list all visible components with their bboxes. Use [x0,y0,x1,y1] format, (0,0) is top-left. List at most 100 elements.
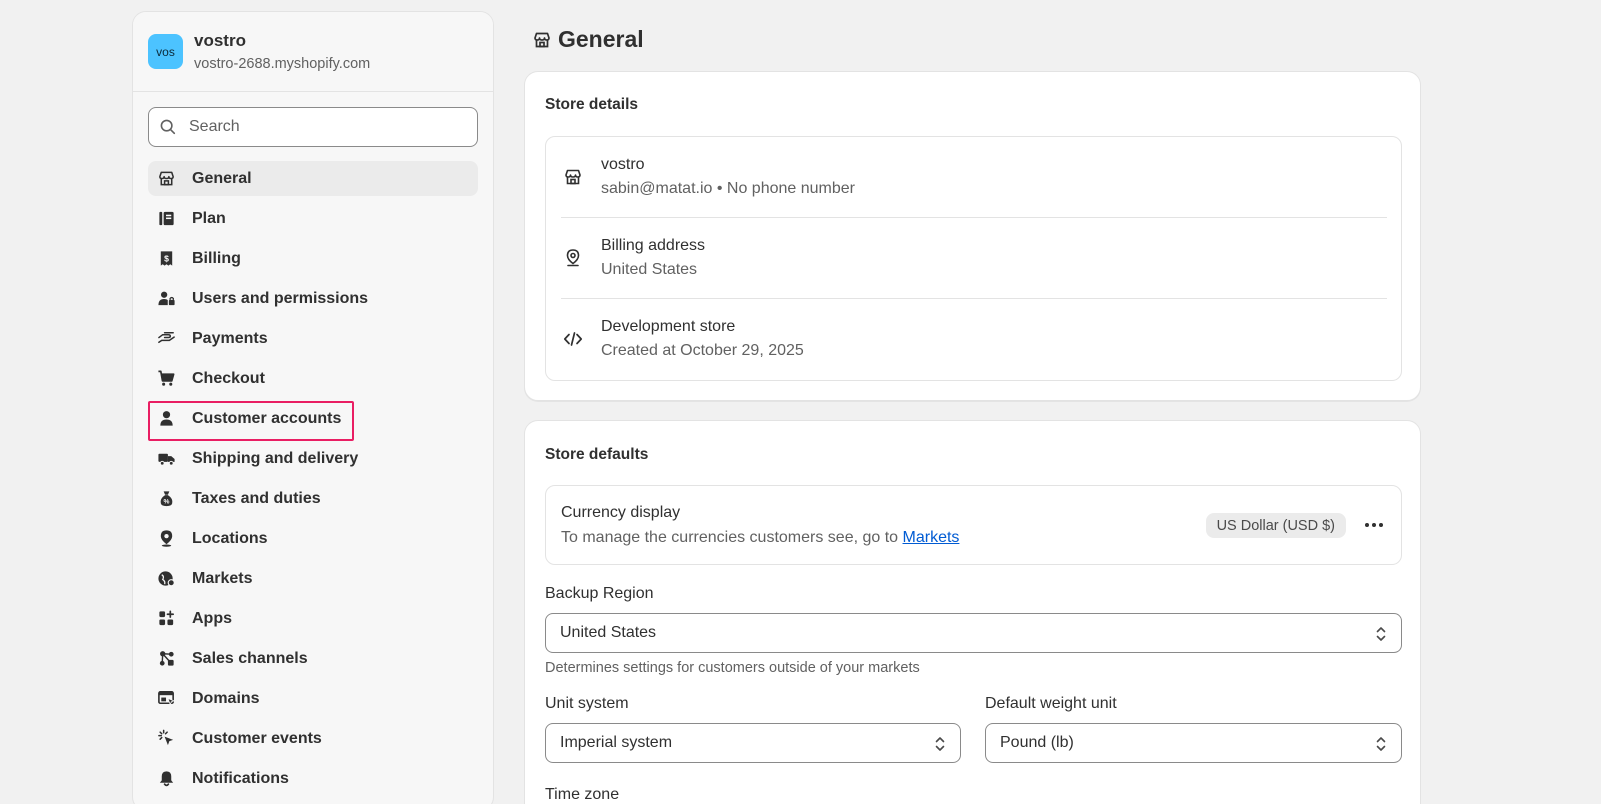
backup-region-label: Backup Region [545,585,654,602]
sidebar-item-label: Notifications [192,769,289,787]
sidebar-item-markets[interactable]: Markets [148,561,478,596]
store-domain: vostro-2688.myshopify.com [194,56,371,72]
sidebar-item-sales-channels[interactable]: Sales channels [148,641,478,676]
select-chevron-icon [935,737,945,751]
users-icon [156,289,176,309]
store-icon [561,167,585,187]
store-defaults-card: Store defaults Currency display To manag… [524,420,1421,804]
billing-address-row[interactable]: Billing address United States [561,218,1387,298]
store-details-card: Store details vostro sabin@matat.io • No… [524,71,1421,401]
card-title: Store details [545,96,639,113]
sidebar-item-label: Plan [192,209,226,227]
globe-icon [156,569,176,589]
sidebar-item-label: Taxes and duties [192,489,321,507]
sidebar-item-users[interactable]: Users and permissions [148,281,478,316]
sidebar-item-label: Locations [192,529,268,547]
sidebar-item-checkout[interactable]: Checkout [148,361,478,396]
sidebar-item-label: Shipping and delivery [192,449,359,467]
truck-icon [156,449,176,469]
weight-unit-select[interactable]: Pound (lb) [985,723,1402,763]
time-zone-label: Time zone [545,786,620,803]
cursor-click-icon [156,729,176,749]
sidebar-item-general[interactable]: General [148,161,478,196]
sidebar-item-label: Domains [192,689,260,707]
sidebar-item-domains[interactable]: Domains [148,681,478,716]
sidebar-item-apps[interactable]: Apps [148,601,478,636]
more-actions-button[interactable] [1360,512,1388,538]
select-chevron-icon [1376,737,1386,751]
sidebar-item-customer-accounts[interactable]: Customer accounts [148,401,478,441]
store-avatar: vos [148,34,183,69]
currency-display-help: To manage the currencies customers see, … [561,529,959,547]
sidebar-item-shipping[interactable]: Shipping and delivery [148,441,478,476]
page-header: General [532,26,644,53]
unit-system-value: Imperial system [560,734,673,751]
billing-icon: $ [156,249,176,269]
currency-display-title: Currency display [561,504,681,521]
search-box[interactable] [148,107,478,147]
settings-nav: General Plan $ Billing Users and permiss… [133,161,493,796]
currency-badge: US Dollar (USD $) [1205,513,1346,538]
card-title: Store defaults [545,446,649,463]
sidebar-item-customer-events[interactable]: Customer events [148,721,478,756]
page-title: General [558,26,644,52]
markets-link[interactable]: Markets [903,529,960,546]
development-store-label: Development store [601,318,736,335]
sidebar-item-taxes[interactable]: % Taxes and duties [148,481,478,516]
apps-icon [156,609,176,629]
sales-channels-icon [156,649,176,669]
billing-address-value: United States [601,261,698,278]
select-chevron-icon [1376,627,1386,641]
store-name: vostro [194,31,246,50]
sidebar-item-label: Apps [192,609,232,627]
payments-icon [156,329,176,349]
sidebar-item-label: Customer accounts [192,409,342,427]
cart-icon [156,369,176,389]
person-icon [156,409,176,429]
sidebar-item-label: Sales channels [192,649,308,667]
svg-text:%: % [163,498,169,505]
store-icon [156,169,176,189]
settings-sidebar: vos vostro vostro-2688.myshopify.com Gen… [132,11,494,804]
sidebar-item-label: General [192,169,252,187]
domains-icon [156,689,176,709]
bell-icon [156,769,176,789]
sidebar-item-label: Users and permissions [192,289,369,307]
location-pin-icon [156,529,176,549]
sidebar-item-label: Payments [192,329,268,347]
svg-text:$: $ [164,253,169,263]
sidebar-item-label: Checkout [192,369,265,387]
search-input[interactable] [189,118,469,136]
unit-system-label: Unit system [545,695,629,712]
backup-region-value: United States [560,624,657,641]
sidebar-item-label: Customer events [192,729,322,747]
billing-address-label: Billing address [601,237,706,254]
plan-icon [156,209,176,229]
location-pin-icon [561,248,585,268]
backup-region-select[interactable]: United States [545,613,1402,653]
sidebar-item-locations[interactable]: Locations [148,521,478,556]
search-icon [160,119,176,135]
development-store-row: Development store Created at October 29,… [561,299,1387,379]
store-profile-row[interactable]: vostro sabin@matat.io • No phone number [561,137,1387,217]
sidebar-item-payments[interactable]: Payments [148,321,478,356]
currency-display-box: Currency display To manage the currencie… [545,485,1402,565]
sidebar-item-billing[interactable]: $ Billing [148,241,478,276]
tax-bag-icon: % [156,489,176,509]
backup-region-help: Determines settings for customers outsid… [545,660,920,676]
weight-unit-value: Pound (lb) [1000,734,1074,751]
currency-help-text: To manage the currencies customers see, … [561,529,903,546]
unit-system-select[interactable]: Imperial system [545,723,961,763]
store-profile-contact: sabin@matat.io • No phone number [601,180,855,197]
sidebar-item-label: Billing [192,249,241,267]
sidebar-item-notifications[interactable]: Notifications [148,761,478,796]
development-store-created: Created at October 29, 2025 [601,342,804,359]
code-icon [561,329,585,349]
store-header[interactable]: vos vostro vostro-2688.myshopify.com [133,12,493,92]
store-details-box: vostro sabin@matat.io • No phone number … [545,136,1402,381]
weight-unit-label: Default weight unit [985,695,1117,712]
store-profile-name: vostro [601,156,645,173]
sidebar-item-label: Markets [192,569,253,587]
store-icon [534,32,550,47]
sidebar-item-plan[interactable]: Plan [148,201,478,236]
